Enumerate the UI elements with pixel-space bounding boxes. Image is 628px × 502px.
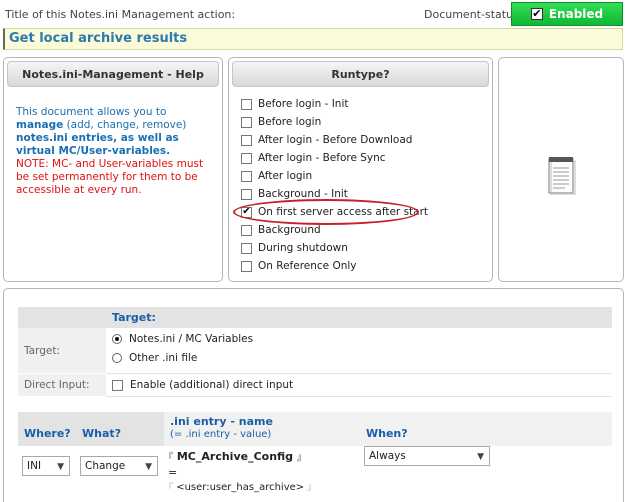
target-panel: Target: Target: Notes.ini / MC Variables… [3, 288, 624, 502]
runtype-option[interactable]: On Reference Only [241, 257, 428, 275]
target-options: Notes.ini / MC Variables Other .ini file [106, 328, 612, 374]
radio-selected-icon [112, 334, 122, 344]
target-heading: Target: [112, 311, 156, 324]
runtype-option[interactable]: Before login [241, 113, 428, 131]
direct-input-option-label: Enable (additional) direct input [130, 379, 294, 391]
checkbox-icon [241, 224, 252, 236]
entry-name-field[interactable]: 『 MC_Archive_Config 』 [164, 450, 306, 463]
runtype-panel: Runtype? Before login - Init Before login… [228, 57, 493, 282]
target-label: Target: [18, 328, 106, 374]
highlight-ellipse [233, 199, 419, 225]
runtype-option-label: During shutdown [258, 242, 348, 254]
runtype-option[interactable]: After login - Before Sync [241, 149, 428, 167]
target-row: Target: Notes.ini / MC Variables Other .… [18, 328, 612, 374]
runtype-heading: Runtype? [232, 61, 489, 87]
runtype-option-label: After login - Before Download [258, 134, 413, 146]
checkbox-icon [241, 188, 252, 200]
when-header-text: When? [366, 427, 408, 440]
direct-input-label: Direct Input: [18, 374, 106, 397]
equals-sign: = [168, 466, 178, 479]
chevron-down-icon: ▼ [477, 452, 484, 462]
checkbox-icon [241, 260, 252, 272]
checkbox-icon [241, 170, 252, 182]
title-label: Title of this Notes.ini Management actio… [5, 8, 236, 21]
field-open-bracket-icon: 『 [164, 453, 174, 463]
runtype-option-label: Before login - Init [258, 98, 349, 110]
entry-name-value: MC_Archive_Config [176, 450, 294, 463]
runtype-option[interactable]: After login - Before Download [241, 131, 428, 149]
what-select[interactable]: Change ▼ [80, 456, 158, 476]
radio-unselected-icon [112, 353, 122, 363]
target-option-label: Notes.ini / MC Variables [129, 333, 254, 345]
runtype-options: Before login - Init Before login After log… [241, 95, 428, 275]
document-status-label: Document-status: [424, 8, 523, 21]
field-close-bracket-icon: 』 [307, 483, 317, 493]
chevron-down-icon: ▼ [145, 462, 152, 472]
runtype-option-label: After login - Before Sync [258, 152, 386, 164]
document-status-text: Enabled [548, 7, 604, 21]
document-status-button[interactable]: ✔ Enabled [511, 2, 623, 26]
checkbox-icon [241, 98, 252, 110]
help-note: NOTE: MC- and User-variables must be set… [16, 158, 204, 196]
entry-value-text: <user:user_has_archive> [176, 482, 305, 493]
runtype-option-label: Background [258, 224, 321, 236]
field-close-bracket-icon: 』 [296, 453, 306, 463]
help-panel: Notes.ini-Management - Help This documen… [3, 57, 223, 282]
help-text: This document allows you to manage (add,… [4, 90, 222, 197]
entry-name-header-text: .ini entry - name [170, 415, 273, 428]
enabled-check-icon: ✔ [530, 7, 543, 20]
notepad-icon[interactable] [547, 155, 577, 195]
when-select[interactable]: Always ▼ [364, 446, 490, 466]
runtype-option[interactable]: Before login - Init [241, 95, 428, 113]
icon-panel [498, 57, 624, 282]
entry-row: INI ▼ Change ▼ 『 MC_Archive_Config 』 = 『… [18, 446, 612, 502]
field-open-bracket-icon: 『 [164, 483, 174, 493]
where-select[interactable]: INI ▼ [22, 456, 70, 476]
runtype-option-label: Before login [258, 116, 322, 128]
what-select-value: Change [85, 460, 126, 472]
target-option-notes-ini[interactable]: Notes.ini / MC Variables [112, 333, 253, 345]
target-option-other-ini[interactable]: Other .ini file [112, 352, 197, 364]
where-header-text: Where? [24, 427, 71, 440]
direct-input-row: Direct Input: Enable (additional) direct… [18, 374, 612, 397]
entry-header-row: Where? What? .ini entry - name (= .ini e… [18, 412, 612, 446]
runtype-option[interactable]: During shutdown [241, 239, 428, 257]
target-option-label: Other .ini file [129, 352, 198, 364]
checkbox-icon [241, 116, 252, 128]
help-text-actions: (add, change, remove) [66, 119, 187, 131]
help-panel-heading: Notes.ini-Management - Help [7, 61, 219, 87]
runtype-option-label: After login [258, 170, 313, 182]
notes-ini-management-form: Title of this Notes.ini Management actio… [0, 0, 628, 502]
checkbox-icon [241, 152, 252, 164]
checkbox-icon [241, 134, 252, 146]
entry-value-field[interactable]: 『 <user:user_has_archive> 』 [164, 480, 316, 493]
what-header: What? [76, 412, 164, 446]
when-header: When? [360, 412, 612, 446]
target-heading-row: Target: [18, 307, 612, 328]
chevron-down-icon: ▼ [57, 462, 64, 472]
help-text-entries: notes.ini entries, as well as virtual MC… [16, 132, 179, 157]
checkbox-icon [241, 242, 252, 254]
direct-input-checkbox[interactable]: Enable (additional) direct input [112, 379, 293, 391]
help-text-manage: manage [16, 119, 64, 131]
where-header: Where? [18, 412, 76, 446]
checkbox-icon [112, 379, 123, 391]
help-text-intro: This document allows you to [16, 106, 167, 118]
when-select-value: Always [369, 450, 406, 462]
entry-name-header: .ini entry - name (= .ini entry - value) [164, 412, 360, 446]
what-header-text: What? [82, 427, 122, 440]
entry-value-header-text: (= .ini entry - value) [170, 429, 272, 440]
title-input[interactable]: Get local archive results [3, 28, 623, 50]
runtype-option[interactable]: After login [241, 167, 428, 185]
direct-input-cell: Enable (additional) direct input [106, 374, 612, 397]
where-select-value: INI [27, 460, 42, 472]
runtype-option-label: On Reference Only [258, 260, 357, 272]
